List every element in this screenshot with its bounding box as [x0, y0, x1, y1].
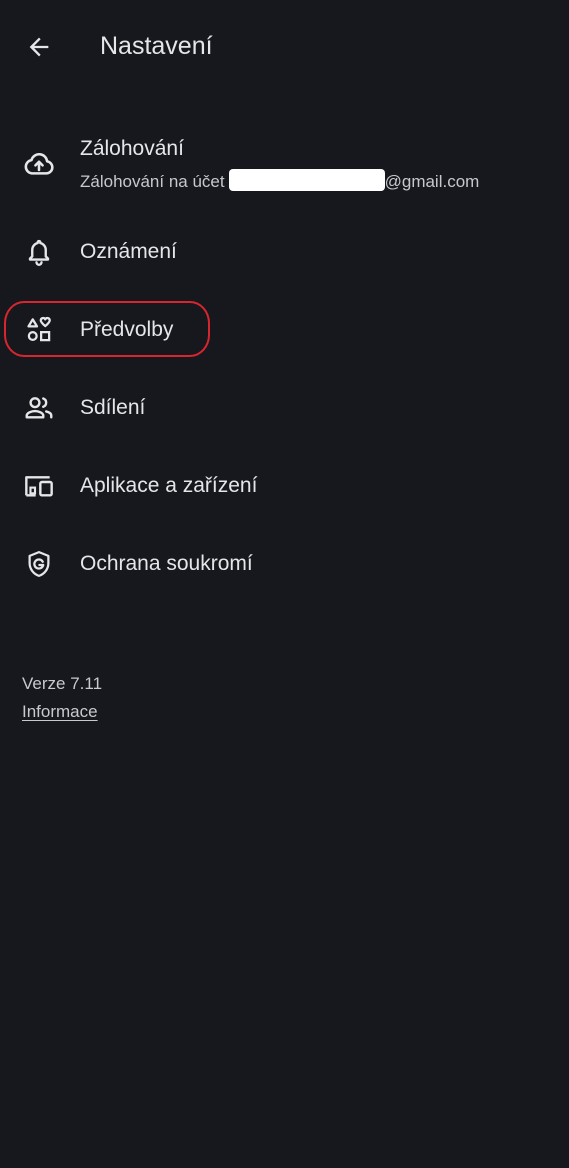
menu-item-apps-devices[interactable]: Aplikace a zařízení	[0, 458, 569, 514]
shield-g-icon	[22, 547, 56, 581]
info-link[interactable]: Informace	[22, 701, 98, 723]
page-title: Nastavení	[100, 32, 213, 60]
people-icon	[22, 391, 56, 425]
back-button[interactable]	[18, 26, 60, 68]
highlight-annotation	[4, 301, 210, 357]
menu-item-privacy[interactable]: Ochrana soukromí	[0, 536, 569, 592]
cloud-upload-icon	[22, 147, 56, 181]
menu-item-notifications[interactable]: Oznámení	[0, 224, 569, 280]
menu-item-label: Oznámení	[80, 240, 177, 263]
menu-item-subtitle: Zálohování na účet @gmail.com	[80, 169, 479, 193]
menu-item-label: Zálohování	[80, 137, 184, 160]
redacted-email	[228, 169, 385, 191]
menu-item-label: Sdílení	[80, 396, 146, 419]
menu-item-label: Aplikace a zařízení	[80, 474, 258, 497]
app-version: Verze 7.11	[22, 674, 103, 693]
bell-icon	[22, 235, 56, 269]
top-app-bar: Nastavení	[0, 0, 569, 92]
backup-account-prefix: Zálohování na účet	[80, 172, 225, 191]
backup-account-domain: @gmail.com	[384, 172, 480, 191]
menu-item-backup[interactable]: Zálohování Zálohování na účet @gmail.com	[0, 130, 569, 202]
arrow-back-icon	[25, 33, 53, 61]
menu-item-label: Ochrana soukromí	[80, 552, 253, 575]
devices-icon	[22, 469, 56, 503]
menu-item-sharing[interactable]: Sdílení	[0, 380, 569, 436]
